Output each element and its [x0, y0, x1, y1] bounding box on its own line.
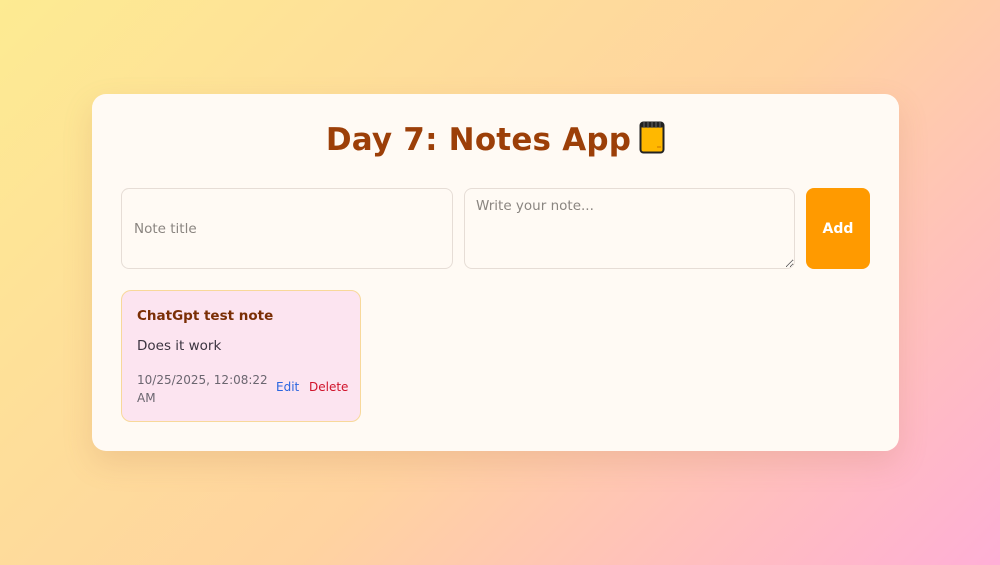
page-title: Day 7: Notes App [92, 120, 899, 158]
delete-note-button[interactable]: Delete [309, 380, 348, 394]
note-body: Does it work [137, 338, 222, 354]
note-card: ChatGpt test note Does it work 10/25/202… [121, 290, 361, 422]
note-timestamp: 10/25/2025, 12:08:22 AM [137, 373, 268, 405]
note-title: ChatGpt test note [137, 308, 274, 324]
note-body-textarea[interactable] [464, 188, 795, 269]
add-note-button[interactable]: Add [806, 188, 870, 269]
notes-app-card: Day 7: Notes App Add ChatGpt test note D… [92, 94, 899, 451]
edit-note-button[interactable]: Edit [276, 380, 299, 394]
note-title-input[interactable] [121, 188, 453, 269]
notepad-icon [639, 120, 665, 154]
page-title-text: Day 7: Notes App [325, 122, 632, 158]
